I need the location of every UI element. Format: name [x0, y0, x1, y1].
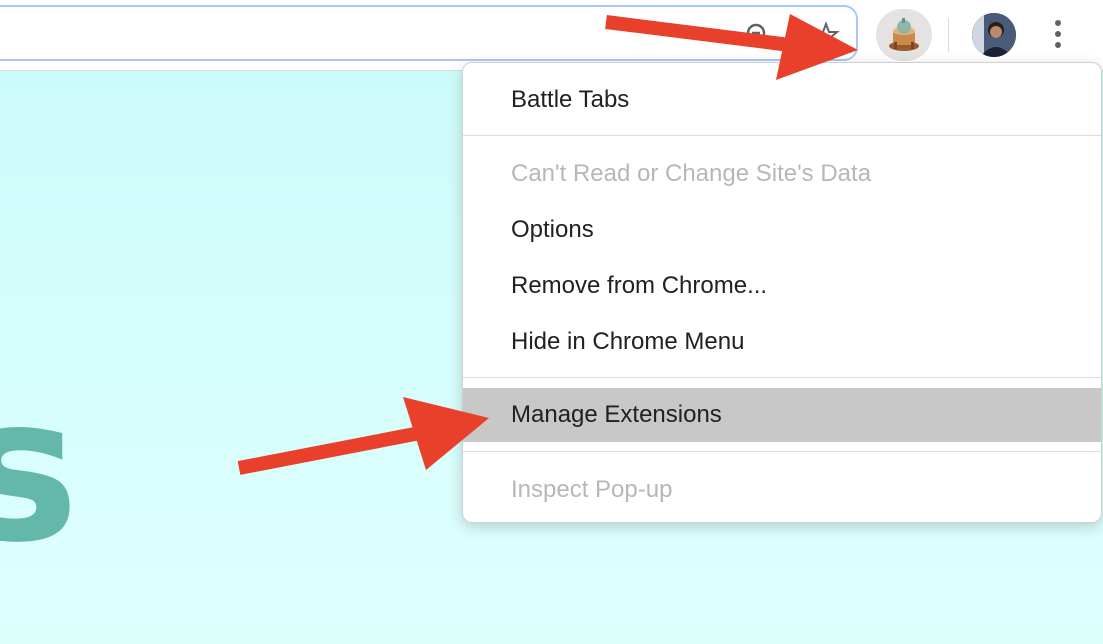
menu-item-remove-from-chrome[interactable]: Remove from Chrome...: [463, 259, 1101, 313]
menu-item-battle-tabs[interactable]: Battle Tabs: [463, 73, 1101, 127]
logo-letter-fragment: s: [0, 354, 79, 587]
profile-photo-icon: [972, 13, 1016, 57]
menu-separator: [463, 451, 1101, 452]
address-bar[interactable]: [0, 5, 858, 61]
menu-item-hide-in-menu[interactable]: Hide in Chrome Menu: [463, 315, 1101, 369]
castle-extension-icon: [889, 18, 919, 51]
kebab-menu-icon[interactable]: [1040, 14, 1076, 54]
extension-icon[interactable]: [876, 9, 932, 61]
browser-window: s Battle Tabs Can't Read or Change Site'…: [0, 0, 1103, 644]
star-icon[interactable]: [812, 21, 840, 49]
avatar[interactable]: [972, 13, 1016, 57]
browser-toolbar: [0, 0, 1103, 71]
menu-separator: [463, 377, 1101, 378]
toolbar-divider: [948, 18, 949, 52]
zoom-icon[interactable]: [744, 21, 772, 49]
menu-item-manage-extensions[interactable]: Manage Extensions: [463, 388, 1101, 442]
menu-item-options[interactable]: Options: [463, 203, 1101, 257]
menu-item-site-data: Can't Read or Change Site's Data: [511, 160, 872, 187]
menu-item-inspect-popup: Inspect Pop-up: [511, 476, 673, 503]
menu-separator: [463, 135, 1101, 136]
extension-context-menu: Battle Tabs Can't Read or Change Site's …: [462, 62, 1102, 523]
